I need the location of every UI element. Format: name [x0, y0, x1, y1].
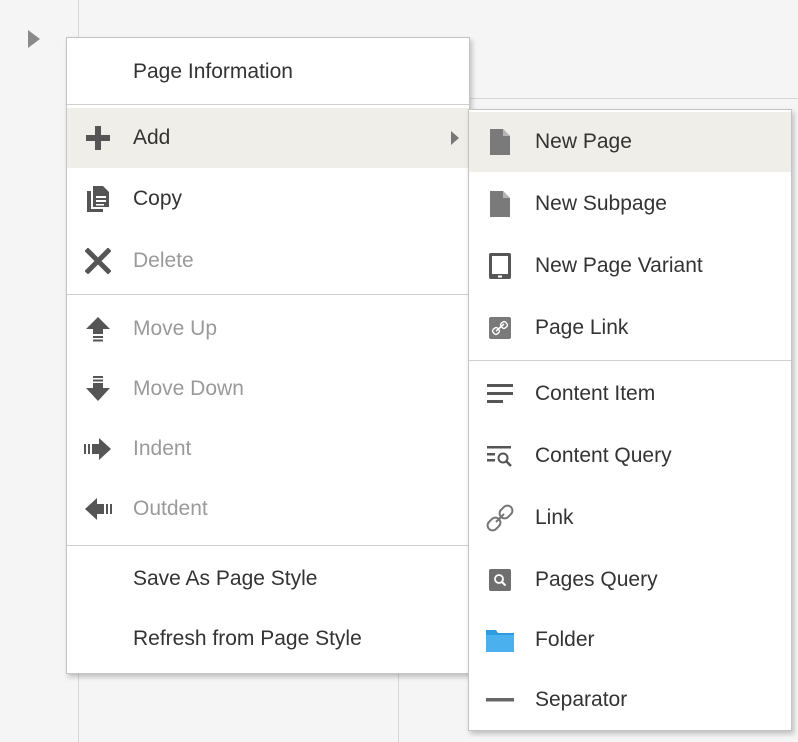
menu-separator [67, 104, 469, 105]
menu-item-label: Content Item [535, 382, 656, 405]
menu-item-label: Indent [133, 437, 192, 460]
menu-item-refresh-from-page-style[interactable]: Refresh from Page Style [67, 611, 469, 667]
menu-item-move-down[interactable]: Move Down [67, 360, 469, 418]
menu-item-label: Page Information [133, 60, 293, 83]
page-link-icon [483, 311, 517, 345]
menu-separator [67, 294, 469, 295]
submenu-item-new-subpage[interactable]: New Subpage [469, 174, 791, 234]
menu-item-label: Copy [133, 187, 183, 210]
indent-arrow-icon [81, 432, 115, 466]
menu-item-label: Outdent [133, 497, 208, 520]
content-query-icon [483, 439, 517, 473]
context-menu: Page Information Add Copy Delete Move Up… [66, 37, 470, 674]
move-up-icon [81, 312, 115, 346]
menu-item-label: Delete [133, 249, 194, 272]
menu-item-label: Refresh from Page Style [133, 627, 362, 650]
menu-item-copy[interactable]: Copy [67, 170, 469, 228]
menu-item-outdent[interactable]: Outdent [67, 480, 469, 538]
subpage-icon [483, 187, 517, 221]
menu-item-label: Content Query [535, 444, 672, 467]
submenu-item-content-query[interactable]: Content Query [469, 426, 791, 486]
pages-query-search-icon [483, 563, 517, 597]
background-row-line [470, 98, 798, 99]
chain-link-icon [483, 501, 517, 535]
menu-separator [469, 360, 791, 361]
menu-item-label: Separator [535, 688, 628, 711]
menu-item-indent[interactable]: Indent [67, 420, 469, 478]
submenu-item-page-link[interactable]: Page Link [469, 298, 791, 358]
close-x-icon [81, 244, 115, 278]
page-icon [483, 125, 517, 159]
menu-item-label: Save As Page Style [133, 567, 318, 590]
menu-item-page-information[interactable]: Page Information [67, 46, 469, 98]
menu-item-label: Page Link [535, 316, 629, 339]
menu-item-add[interactable]: Add [67, 108, 469, 168]
menu-separator [67, 545, 469, 546]
menu-item-label: New Subpage [535, 192, 667, 215]
menu-item-label: Move Up [133, 317, 218, 340]
menu-item-label: Move Down [133, 377, 244, 400]
submenu-item-folder[interactable]: Folder [469, 610, 791, 670]
submenu-arrow-icon [451, 131, 459, 145]
submenu-item-pages-query[interactable]: Pages Query [469, 550, 791, 610]
folder-icon [483, 623, 517, 657]
submenu-item-link[interactable]: Link [469, 488, 791, 548]
submenu-item-new-page-variant[interactable]: New Page Variant [469, 236, 791, 296]
copy-icon [81, 182, 115, 216]
menu-item-label: Link [535, 506, 574, 529]
menu-item-label: Add [133, 126, 171, 149]
separator-dash-icon [483, 683, 517, 717]
menu-item-save-as-page-style[interactable]: Save As Page Style [67, 551, 469, 607]
menu-item-move-up[interactable]: Move Up [67, 300, 469, 358]
submenu-item-content-item[interactable]: Content Item [469, 364, 791, 424]
tablet-device-icon [483, 249, 517, 283]
menu-item-label: Folder [535, 628, 595, 651]
menu-item-label: New Page [535, 130, 632, 153]
menu-item-delete[interactable]: Delete [67, 232, 469, 290]
plus-icon [81, 121, 115, 155]
menu-item-label: Pages Query [535, 568, 658, 591]
submenu-item-new-page[interactable]: New Page [469, 112, 791, 172]
background-column-line [398, 670, 399, 742]
content-item-lines-icon [483, 377, 517, 411]
move-down-icon [81, 372, 115, 406]
submenu-item-separator[interactable]: Separator [469, 670, 791, 730]
menu-item-label: New Page Variant [535, 254, 703, 277]
add-submenu: New Page New Subpage New Page Variant Pa… [468, 109, 792, 731]
outdent-arrow-icon [81, 492, 115, 526]
tree-expand-arrow-icon[interactable] [28, 30, 40, 48]
